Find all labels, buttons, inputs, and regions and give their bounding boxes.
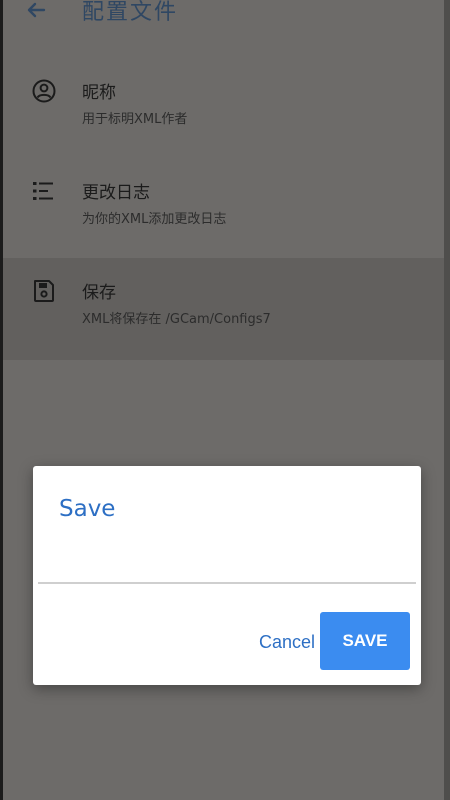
save-dialog: Save Cancel SAVE (33, 466, 421, 685)
save-button[interactable]: SAVE (320, 612, 410, 670)
filename-input[interactable] (38, 566, 416, 584)
cancel-button[interactable]: Cancel (247, 614, 327, 670)
dialog-title: Save (59, 496, 116, 522)
